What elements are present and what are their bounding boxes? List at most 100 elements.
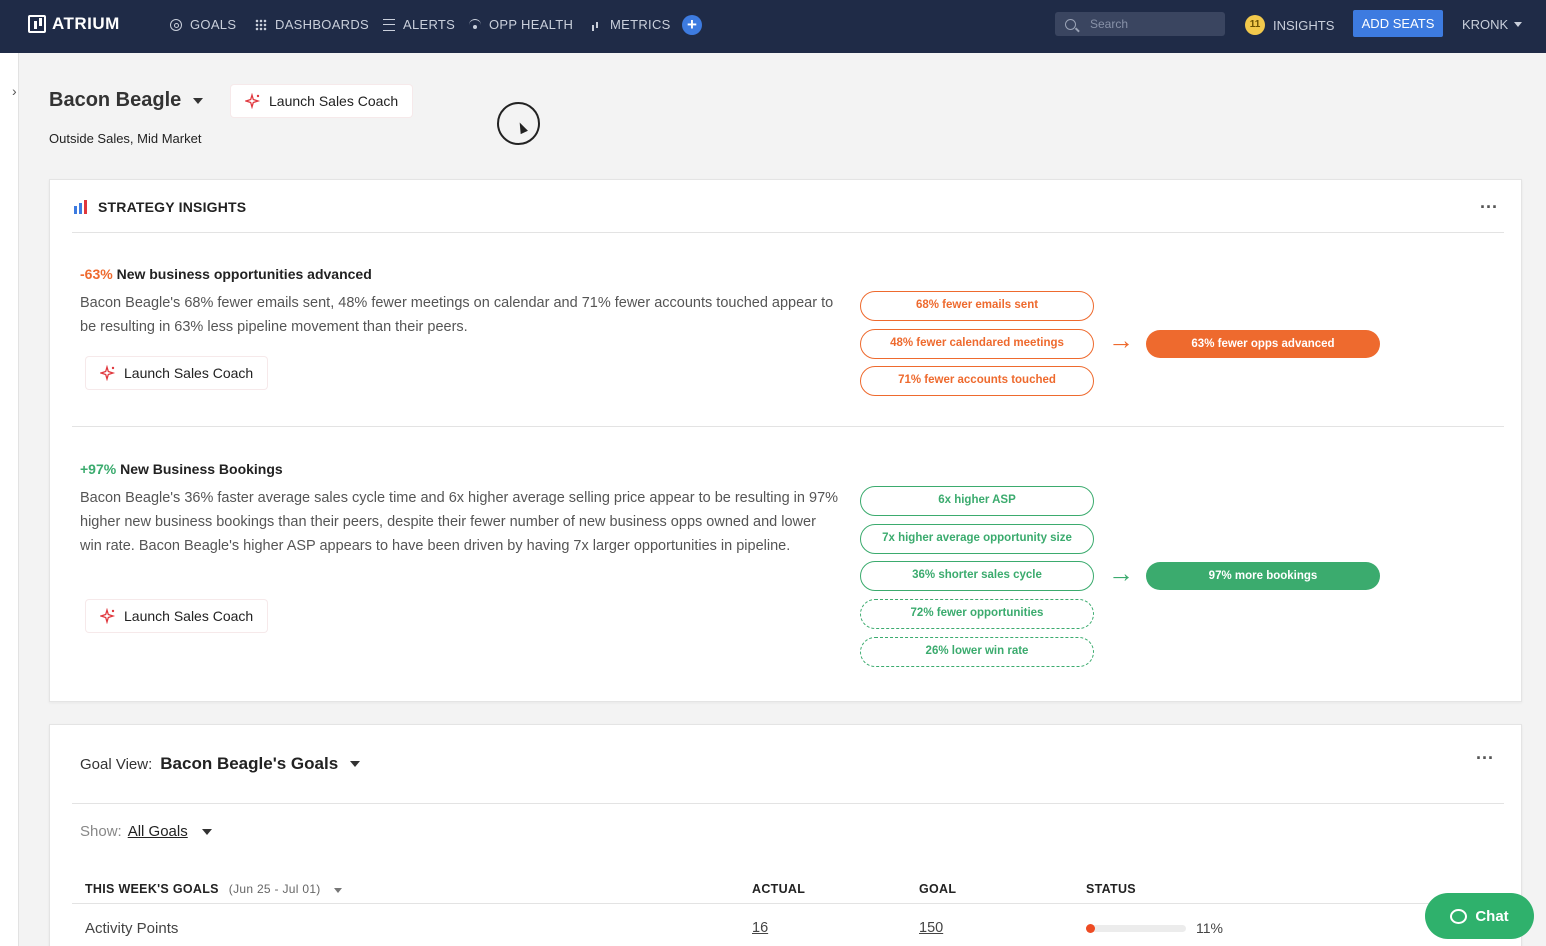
driver-pill: 72% fewer opportunities bbox=[860, 599, 1094, 629]
driver-pill: 68% fewer emails sent bbox=[860, 291, 1094, 321]
insight-title: New business opportunities advanced bbox=[117, 266, 372, 282]
show-filter[interactable]: Show: All Goals bbox=[80, 823, 212, 840]
week-range: (Jun 25 - Jul 01) bbox=[229, 882, 321, 896]
search-icon bbox=[1065, 19, 1076, 30]
driver-pill: 7x higher average opportunity size bbox=[860, 524, 1094, 554]
signal-icon bbox=[469, 19, 481, 31]
chat-button[interactable]: Chat bbox=[1425, 893, 1534, 939]
arrow-right-icon: → bbox=[1108, 558, 1134, 589]
nav-metrics[interactable]: METRICS bbox=[590, 17, 671, 32]
status-percent: 11% bbox=[1196, 920, 1223, 936]
driver-pill: 26% lower win rate bbox=[860, 637, 1094, 667]
goal-row-label: Activity Points bbox=[85, 920, 178, 937]
more-options-icon[interactable]: ... bbox=[1476, 743, 1494, 764]
insight-heading: -63% New business opportunities advanced bbox=[80, 266, 372, 282]
col-goal: GOAL bbox=[919, 882, 956, 896]
insight-title: New Business Bookings bbox=[120, 461, 283, 477]
result-pill: 63% fewer opps advanced bbox=[1146, 330, 1380, 358]
divider bbox=[72, 803, 1504, 804]
result-pill: 97% more bookings bbox=[1146, 562, 1380, 590]
status-progress-fill bbox=[1086, 924, 1095, 933]
goal-link[interactable]: 150 bbox=[919, 920, 943, 936]
insight-delta: -63% bbox=[80, 266, 113, 282]
show-value-link[interactable]: All Goals bbox=[128, 823, 188, 840]
search-box[interactable] bbox=[1055, 12, 1225, 36]
nav-goals[interactable]: GOALS bbox=[170, 17, 236, 32]
caret-down-icon bbox=[334, 888, 342, 893]
strategy-insights-card: STRATEGY INSIGHTS ... -63% New business … bbox=[49, 179, 1522, 702]
launch-sales-coach-label: Launch Sales Coach bbox=[269, 93, 398, 109]
chevron-right-icon[interactable]: › bbox=[12, 84, 26, 98]
divider bbox=[72, 232, 1504, 233]
logo-icon bbox=[28, 15, 46, 33]
chat-label: Chat bbox=[1475, 908, 1508, 925]
more-options-icon[interactable]: ... bbox=[1480, 192, 1498, 213]
left-rail bbox=[0, 53, 19, 946]
search-input[interactable] bbox=[1090, 17, 1200, 31]
goal-view-label: Goal View: bbox=[80, 756, 152, 773]
sparkle-icon bbox=[245, 93, 261, 109]
goal-view-value: Bacon Beagle's Goals bbox=[160, 754, 338, 774]
actual-link[interactable]: 16 bbox=[752, 920, 768, 936]
col-status: STATUS bbox=[1086, 882, 1136, 896]
target-icon bbox=[170, 19, 182, 31]
sparkle-icon bbox=[100, 365, 116, 381]
caret-down-icon bbox=[193, 98, 203, 104]
list-icon bbox=[383, 19, 395, 31]
add-icon[interactable]: + bbox=[682, 15, 702, 35]
divider bbox=[72, 426, 1504, 427]
caret-down-icon bbox=[350, 761, 360, 767]
insight-heading: +97% New Business Bookings bbox=[80, 461, 283, 477]
bar-chart-icon bbox=[590, 19, 602, 31]
arrow-right-icon: → bbox=[1108, 325, 1134, 356]
nav-alerts[interactable]: ALERTS bbox=[383, 17, 455, 32]
nav-dashboards-label: DASHBOARDS bbox=[275, 17, 369, 32]
nav-goals-label: GOALS bbox=[190, 17, 236, 32]
nav-insights[interactable]: 11 INSIGHTS bbox=[1245, 15, 1334, 35]
goals-card: Goal View: Bacon Beagle's Goals ... Show… bbox=[49, 724, 1522, 946]
launch-sales-coach-label: Launch Sales Coach bbox=[124, 365, 253, 381]
driver-pill: 36% shorter sales cycle bbox=[860, 561, 1094, 591]
week-goals-label: THIS WEEK'S GOALS bbox=[85, 882, 219, 896]
insights-count-badge: 11 bbox=[1245, 15, 1265, 35]
strategy-title: STRATEGY INSIGHTS bbox=[98, 199, 246, 215]
show-label: Show: bbox=[80, 823, 122, 840]
insight-body: Bacon Beagle's 36% faster average sales … bbox=[80, 486, 840, 558]
status-progress-bar bbox=[1086, 925, 1186, 932]
brand-name: ATRIUM bbox=[52, 14, 120, 34]
week-goals-header[interactable]: THIS WEEK'S GOALS (Jun 25 - Jul 01) bbox=[85, 882, 342, 896]
driver-pill: 48% fewer calendared meetings bbox=[860, 329, 1094, 359]
insight-body: Bacon Beagle's 68% fewer emails sent, 48… bbox=[80, 291, 840, 339]
launch-sales-coach-button[interactable]: Launch Sales Coach bbox=[86, 600, 267, 632]
divider bbox=[72, 903, 1504, 904]
person-subtitle: Outside Sales, Mid Market bbox=[49, 131, 201, 146]
launch-sales-coach-label: Launch Sales Coach bbox=[124, 608, 253, 624]
nav-metrics-label: METRICS bbox=[610, 17, 671, 32]
chevron-down-icon bbox=[1514, 22, 1522, 27]
user-menu[interactable]: KRONK bbox=[1462, 17, 1522, 32]
grid-icon bbox=[255, 19, 267, 31]
brand-logo[interactable]: ATRIUM bbox=[28, 14, 120, 34]
insight-delta: +97% bbox=[80, 461, 116, 477]
launch-sales-coach-button[interactable]: Launch Sales Coach bbox=[231, 85, 412, 117]
nav-opp-health-label: OPP HEALTH bbox=[489, 17, 573, 32]
add-seats-button[interactable]: ADD SEATS bbox=[1353, 10, 1443, 37]
person-selector[interactable]: Bacon Beagle bbox=[49, 89, 203, 112]
nav-insights-label: INSIGHTS bbox=[1273, 18, 1334, 33]
sparkle-icon bbox=[100, 608, 116, 624]
top-nav: ATRIUM GOALS DASHBOARDS ALERTS OPP HEALT… bbox=[0, 0, 1546, 53]
caret-down-icon bbox=[202, 829, 212, 835]
goal-view-selector[interactable]: Goal View: Bacon Beagle's Goals bbox=[80, 754, 360, 774]
launch-sales-coach-button[interactable]: Launch Sales Coach bbox=[86, 357, 267, 389]
col-actual: ACTUAL bbox=[752, 882, 805, 896]
card-title: STRATEGY INSIGHTS bbox=[74, 199, 246, 215]
driver-pill: 71% fewer accounts touched bbox=[860, 366, 1094, 396]
chat-bubble-icon bbox=[1450, 909, 1467, 924]
page-title: Bacon Beagle bbox=[49, 89, 181, 112]
driver-pill: 6x higher ASP bbox=[860, 486, 1094, 516]
nav-alerts-label: ALERTS bbox=[403, 17, 455, 32]
user-name: KRONK bbox=[1462, 17, 1508, 32]
bar-chart-icon bbox=[74, 200, 88, 214]
nav-dashboards[interactable]: DASHBOARDS bbox=[255, 17, 369, 32]
nav-opp-health[interactable]: OPP HEALTH bbox=[469, 17, 573, 32]
